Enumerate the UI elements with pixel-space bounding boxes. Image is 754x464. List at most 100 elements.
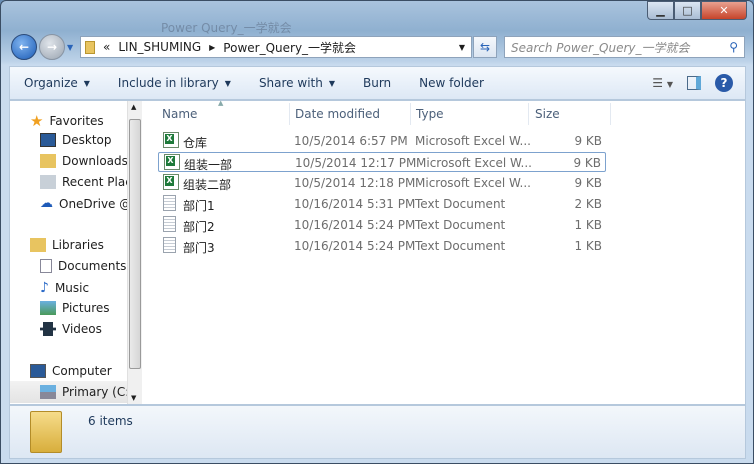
file-type: Text Document [415,218,506,232]
file-name: 仓库 [183,136,208,150]
file-size: 1 KB [574,218,602,232]
scroll-down-icon[interactable]: ▼ [131,394,136,402]
column-name[interactable]: Name [162,107,197,121]
file-name: 部门1 [183,199,215,213]
label: Primary (C:) [62,385,134,399]
column-headers: ▲ Name Date modified Type Size [146,99,745,125]
sidebar-scrollbar[interactable]: ▲ ▼ [127,101,142,404]
minimize-button[interactable]: ▁ [647,1,674,20]
file-date: 10/5/2014 6:57 PM [294,134,408,148]
refresh-button[interactable]: ⇆ [473,36,497,58]
breadcrumb-overflow[interactable]: « [103,40,110,54]
new-folder-button[interactable]: New folder [405,76,498,90]
recent-pages-dropdown[interactable]: ▼ [67,43,73,52]
sidebar-item-documents[interactable]: Documents [40,259,126,273]
column-type[interactable]: Type [416,107,444,121]
file-date: 10/16/2014 5:24 PM [294,239,416,253]
scrollbar-thumb[interactable] [129,119,141,369]
drive-icon [40,385,56,399]
file-name: 部门2 [183,220,215,234]
recent-places-icon [40,175,56,189]
file-name: 组装二部 [183,178,232,192]
sidebar-item-music[interactable]: ♪ Music [40,280,89,296]
search-input[interactable]: Search Power_Query_一学就会 ⚲ [504,36,745,58]
search-icon[interactable]: ⚲ [729,40,738,54]
share-with-button[interactable]: Share with ▼ [245,76,349,90]
sidebar-item-primary-c[interactable]: Primary (C:) [10,381,134,403]
file-row[interactable]: 部门1 10/16/2014 5:31 PM Text Document 2 K… [158,194,606,214]
file-date: 10/16/2014 5:31 PM [294,197,416,211]
file-type: Microsoft Excel W... [416,156,532,170]
navigation-pane: ★ Favorites Desktop Downloads Recent Plac… [10,101,142,404]
label: Computer [52,364,112,378]
sidebar-item-onedrive[interactable]: ☁ OneDrive @ [40,196,131,211]
file-size: 9 KB [573,156,601,170]
item-count: 6 items [88,414,133,428]
file-row[interactable]: 部门3 10/16/2014 5:24 PM Text Document 1 K… [158,236,606,256]
help-icon[interactable]: ? [715,74,733,92]
column-size[interactable]: Size [535,107,560,121]
sidebar-libraries[interactable]: Libraries [30,238,104,252]
sidebar-computer[interactable]: Computer [30,364,112,378]
burn-button[interactable]: Burn [349,76,405,90]
file-type: Microsoft Excel W... [415,134,531,148]
videos-icon [40,322,56,336]
address-dropdown-icon[interactable]: ▼ [459,43,465,52]
file-type: Text Document [415,197,506,211]
breadcrumb-separator-icon[interactable]: ▶ [209,43,215,52]
sidebar-favorites[interactable]: ★ Favorites [30,112,104,130]
label: Desktop [62,133,112,147]
label: Documents [58,259,127,273]
breadcrumb-lin-shuming[interactable]: LIN_SHUMING [118,40,201,54]
back-button[interactable]: ← [11,34,37,60]
label: OneDrive @ [59,196,132,211]
share-label: Share with [258,76,323,90]
label: Music [54,281,90,295]
sidebar-item-desktop[interactable]: Desktop [40,133,112,147]
label: Libraries [52,238,104,252]
file-row[interactable]: 仓库 10/5/2014 6:57 PM Microsoft Excel W..… [158,131,606,151]
file-size: 9 KB [574,176,602,190]
excel-file-icon [163,174,179,190]
file-row[interactable]: 组装一部 10/5/2014 12:17 PM Microsoft Excel … [158,152,606,172]
label: Pictures [62,301,110,315]
file-date: 10/16/2014 5:24 PM [294,218,416,232]
file-row[interactable]: 部门2 10/16/2014 5:24 PM Text Document 1 K… [158,215,606,235]
details-pane: 6 items [9,405,746,459]
sidebar-item-videos[interactable]: Videos [40,322,102,336]
scroll-up-icon[interactable]: ▲ [131,103,136,111]
include-label: Include in library [117,76,219,90]
excel-file-icon [163,132,179,148]
preview-pane-icon[interactable] [687,76,701,90]
downloads-icon [40,154,56,168]
music-icon: ♪ [40,280,49,296]
organize-button[interactable]: Organize ▼ [10,76,104,90]
command-bar: Organize ▼ Include in library ▼ Share with… [9,66,746,100]
column-date-modified[interactable]: Date modified [295,107,380,121]
sort-ascending-icon: ▲ [218,99,224,107]
text-file-icon [163,216,176,232]
close-button[interactable]: ✕ [701,1,747,20]
cloud-icon: ☁ [40,196,53,211]
file-name: 部门3 [183,241,215,255]
explorer-window: Power Query_一学就会 ▁ □ ✕ ← → ▼ « LIN_SHUMI… [0,0,754,464]
breadcrumb-current[interactable]: Power_Query_一学就会 [223,39,356,56]
sidebar-item-downloads[interactable]: Downloads [40,154,128,168]
forward-button[interactable]: → [39,34,65,60]
text-file-icon [163,237,176,253]
file-row[interactable]: 组装二部 10/5/2014 12:18 PM Microsoft Excel … [158,173,606,193]
folder-icon [30,411,62,453]
file-size: 2 KB [574,197,602,211]
chevron-down-icon: ▼ [328,78,335,88]
libraries-icon [30,238,46,252]
maximize-button[interactable]: □ [674,1,701,20]
view-options-icon[interactable]: ☰ ▼ [652,76,673,90]
sidebar-item-pictures[interactable]: Pictures [40,301,110,315]
excel-file-icon [164,154,180,170]
address-bar[interactable]: « LIN_SHUMING ▶ Power_Query_一学就会 ▼ [80,36,472,58]
star-icon: ★ [30,112,44,130]
file-type: Text Document [415,239,506,253]
file-date: 10/5/2014 12:17 PM [295,156,417,170]
include-in-library-button[interactable]: Include in library ▼ [104,76,245,90]
organize-label: Organize [24,76,78,90]
